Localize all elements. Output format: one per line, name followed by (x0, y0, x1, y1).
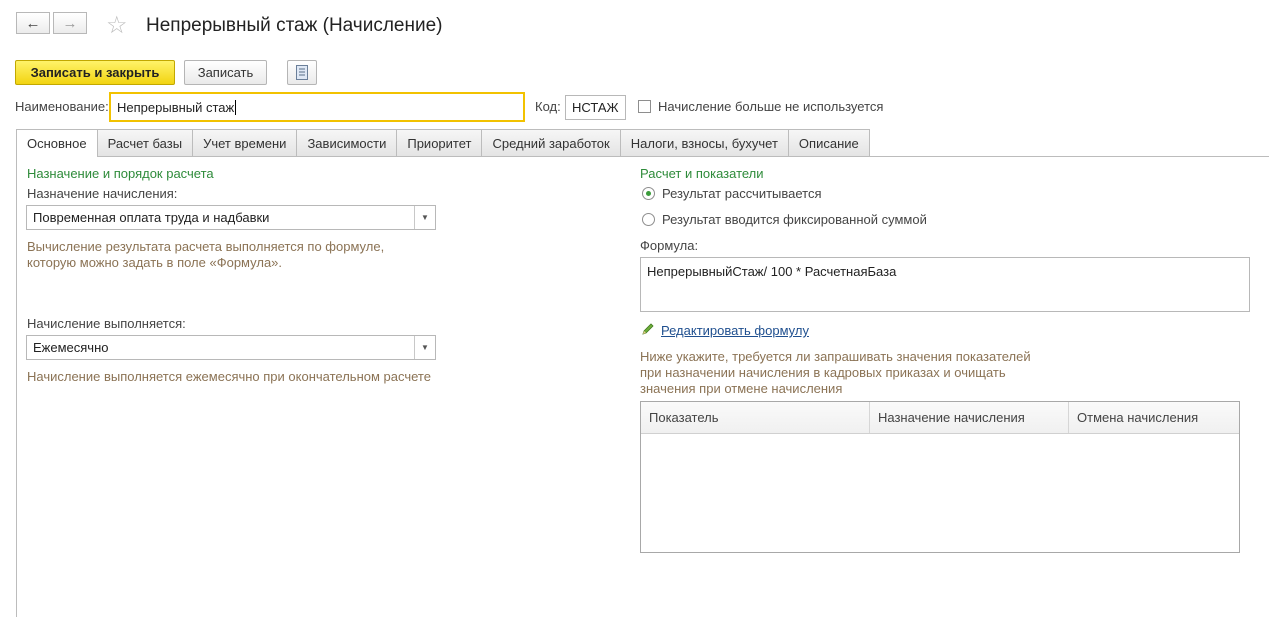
purpose-hint-line2: которую можно задать в поле «Формула». (27, 255, 283, 270)
chevron-down-icon[interactable]: ▼ (414, 206, 435, 229)
tab-base-calculation[interactable]: Расчет базы (96, 129, 194, 156)
tab-priority[interactable]: Приоритет (396, 129, 483, 156)
name-value: Непрерывный стаж (117, 99, 235, 115)
tab-main[interactable]: Основное (16, 129, 98, 157)
table-body[interactable] (641, 434, 1239, 552)
report-button[interactable] (287, 60, 317, 85)
tab-time-tracking[interactable]: Учет времени (192, 129, 298, 156)
unused-checkbox[interactable] (638, 100, 651, 113)
document-list-icon (296, 65, 308, 80)
star-icon[interactable]: ☆ (106, 11, 128, 40)
panel-border (16, 156, 17, 617)
arrow-left-icon: ← (25, 14, 41, 32)
tab-average-earnings[interactable]: Средний заработок (481, 129, 621, 156)
purpose-hint-line1: Вычисление результата расчета выполняетс… (27, 239, 385, 254)
purpose-label: Назначение начисления: (27, 186, 178, 201)
save-button[interactable]: Записать (184, 60, 267, 85)
period-label: Начисление выполняется: (27, 316, 186, 331)
radio-calculated-label[interactable]: Результат рассчитывается (662, 186, 822, 201)
name-label: Наименование: (15, 99, 109, 114)
text-cursor (235, 99, 237, 115)
period-select[interactable]: Ежемесячно ▼ (26, 335, 436, 360)
code-value: НСТАЖ (572, 100, 619, 115)
indicators-hint-line1: Ниже укажите, требуется ли запрашивать з… (640, 349, 1031, 364)
period-value: Ежемесячно (33, 340, 109, 355)
tab-divider (16, 156, 1269, 157)
left-section-title: Назначение и порядок расчета (27, 166, 214, 181)
save-and-close-button[interactable]: Записать и закрыть (15, 60, 175, 85)
right-section-title: Расчет и показатели (640, 166, 764, 181)
code-label: Код: (535, 99, 561, 114)
period-hint: Начисление выполняется ежемесячно при ок… (27, 369, 431, 384)
tab-taxes[interactable]: Налоги, взносы, бухучет (619, 129, 789, 156)
formula-label: Формула: (640, 238, 699, 253)
purpose-select[interactable]: Повременная оплата труда и надбавки ▼ (26, 205, 436, 230)
name-field[interactable]: Непрерывный стаж (109, 92, 525, 122)
arrow-right-icon: → (62, 14, 78, 32)
tab-description[interactable]: Описание (787, 129, 870, 156)
indicators-hint-line2: при назначении начисления в кадровых при… (640, 365, 1006, 380)
indicators-hint-line3: значения при отмене начисления (640, 381, 843, 396)
forward-button[interactable]: → (53, 12, 87, 34)
back-button[interactable]: ← (16, 12, 50, 34)
column-header-assign[interactable]: Назначение начисления (870, 402, 1069, 433)
formula-value: НепрерывныйСтаж/ 100 * РасчетнаяБаза (647, 264, 897, 279)
formula-field[interactable]: НепрерывныйСтаж/ 100 * РасчетнаяБаза (640, 257, 1250, 312)
chevron-down-icon[interactable]: ▼ (414, 336, 435, 359)
indicators-table[interactable]: Показатель Назначение начисления Отмена … (640, 401, 1240, 553)
tab-bar: Основное Расчет базы Учет времени Зависи… (16, 129, 870, 157)
purpose-value: Повременная оплата труда и надбавки (33, 210, 270, 225)
unused-label[interactable]: Начисление больше не используется (658, 99, 883, 114)
radio-fixed[interactable] (642, 213, 655, 226)
pencil-icon[interactable] (641, 322, 655, 339)
column-header-indicator[interactable]: Показатель (641, 402, 870, 433)
radio-calculated[interactable] (642, 187, 655, 200)
table-header: Показатель Назначение начисления Отмена … (641, 402, 1239, 434)
column-header-cancel[interactable]: Отмена начисления (1069, 402, 1239, 433)
edit-formula-link[interactable]: Редактировать формулу (661, 323, 809, 338)
tab-dependencies[interactable]: Зависимости (296, 129, 398, 156)
radio-fixed-label[interactable]: Результат вводится фиксированной суммой (662, 212, 927, 227)
code-field[interactable]: НСТАЖ (565, 95, 626, 120)
page-title: Непрерывный стаж (Начисление) (146, 15, 443, 36)
